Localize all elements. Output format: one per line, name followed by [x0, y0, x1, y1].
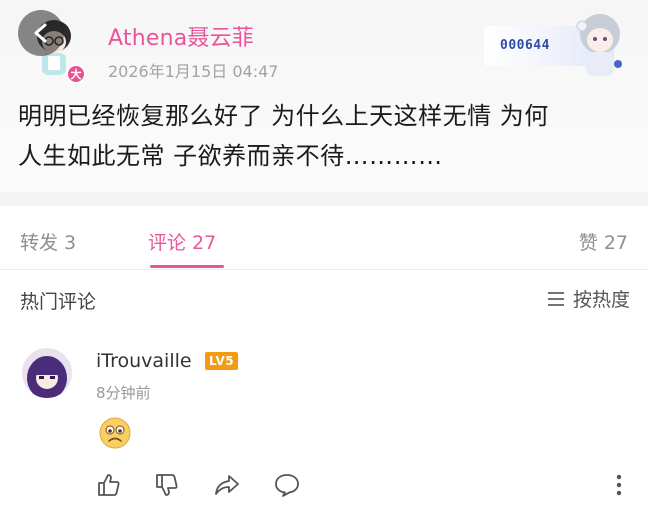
back-button[interactable] — [18, 10, 64, 56]
level-badge: LV5 — [205, 352, 239, 370]
section-divider — [0, 192, 648, 206]
dislike-button[interactable] — [152, 470, 182, 500]
comment-item: iTrouvaille LV5 8分钟前 — [0, 330, 648, 470]
commenter-name[interactable]: iTrouvaille — [96, 350, 192, 372]
sort-icon — [547, 291, 564, 306]
more-options-button[interactable] — [604, 470, 634, 500]
back-icon — [34, 23, 47, 43]
hot-comments-header: 热门评论 按热度 — [0, 271, 648, 327]
more-icon — [616, 474, 622, 496]
post-text: 明明已经恢复那么好了 为什么上天这样无情 为何 人生如此无常 子欲养而亲不待……… — [18, 96, 638, 176]
tab-comments[interactable]: 评论 27 — [148, 228, 216, 255]
comment-actions — [0, 468, 648, 504]
tab-repost[interactable]: 转发 3 — [20, 228, 76, 255]
share-icon — [215, 475, 239, 495]
thumbs-up-icon — [98, 474, 120, 496]
vip-badge: 大 — [66, 64, 86, 84]
reply-icon — [275, 474, 299, 497]
commenter-avatar[interactable] — [22, 348, 72, 398]
post-text-line-1: 明明已经恢复那么好了 为什么上天这样无情 为何 — [18, 102, 549, 130]
post-card: 大 Athena聂云菲 2026年1月15日 04:47 000644 明明已经… — [0, 0, 648, 192]
fan-card[interactable]: 000644 — [470, 8, 632, 78]
interaction-tabs: 转发 3 评论 27 赞 27 — [0, 206, 648, 270]
post-time: 2026年1月15日 04:47 — [108, 62, 279, 81]
fan-card-character — [576, 14, 622, 76]
author-name[interactable]: Athena聂云菲 — [108, 20, 254, 52]
post-text-line-2: 人生如此无常 子欲养而亲不待………… — [18, 142, 443, 170]
sort-label: 按热度 — [572, 289, 630, 311]
sort-button[interactable]: 按热度 — [547, 285, 630, 312]
hot-comments-title: 热门评论 — [20, 291, 97, 313]
fan-card-number: 000644 — [500, 38, 550, 53]
sad-face-emoji — [99, 417, 131, 449]
share-button[interactable] — [212, 470, 242, 500]
reply-button[interactable] — [272, 470, 302, 500]
like-button[interactable] — [94, 470, 124, 500]
thumbs-down-icon — [156, 474, 178, 496]
comment-time: 8分钟前 — [96, 384, 151, 402]
tab-likes[interactable]: 赞 27 — [579, 228, 628, 255]
active-tab-indicator — [150, 265, 224, 268]
